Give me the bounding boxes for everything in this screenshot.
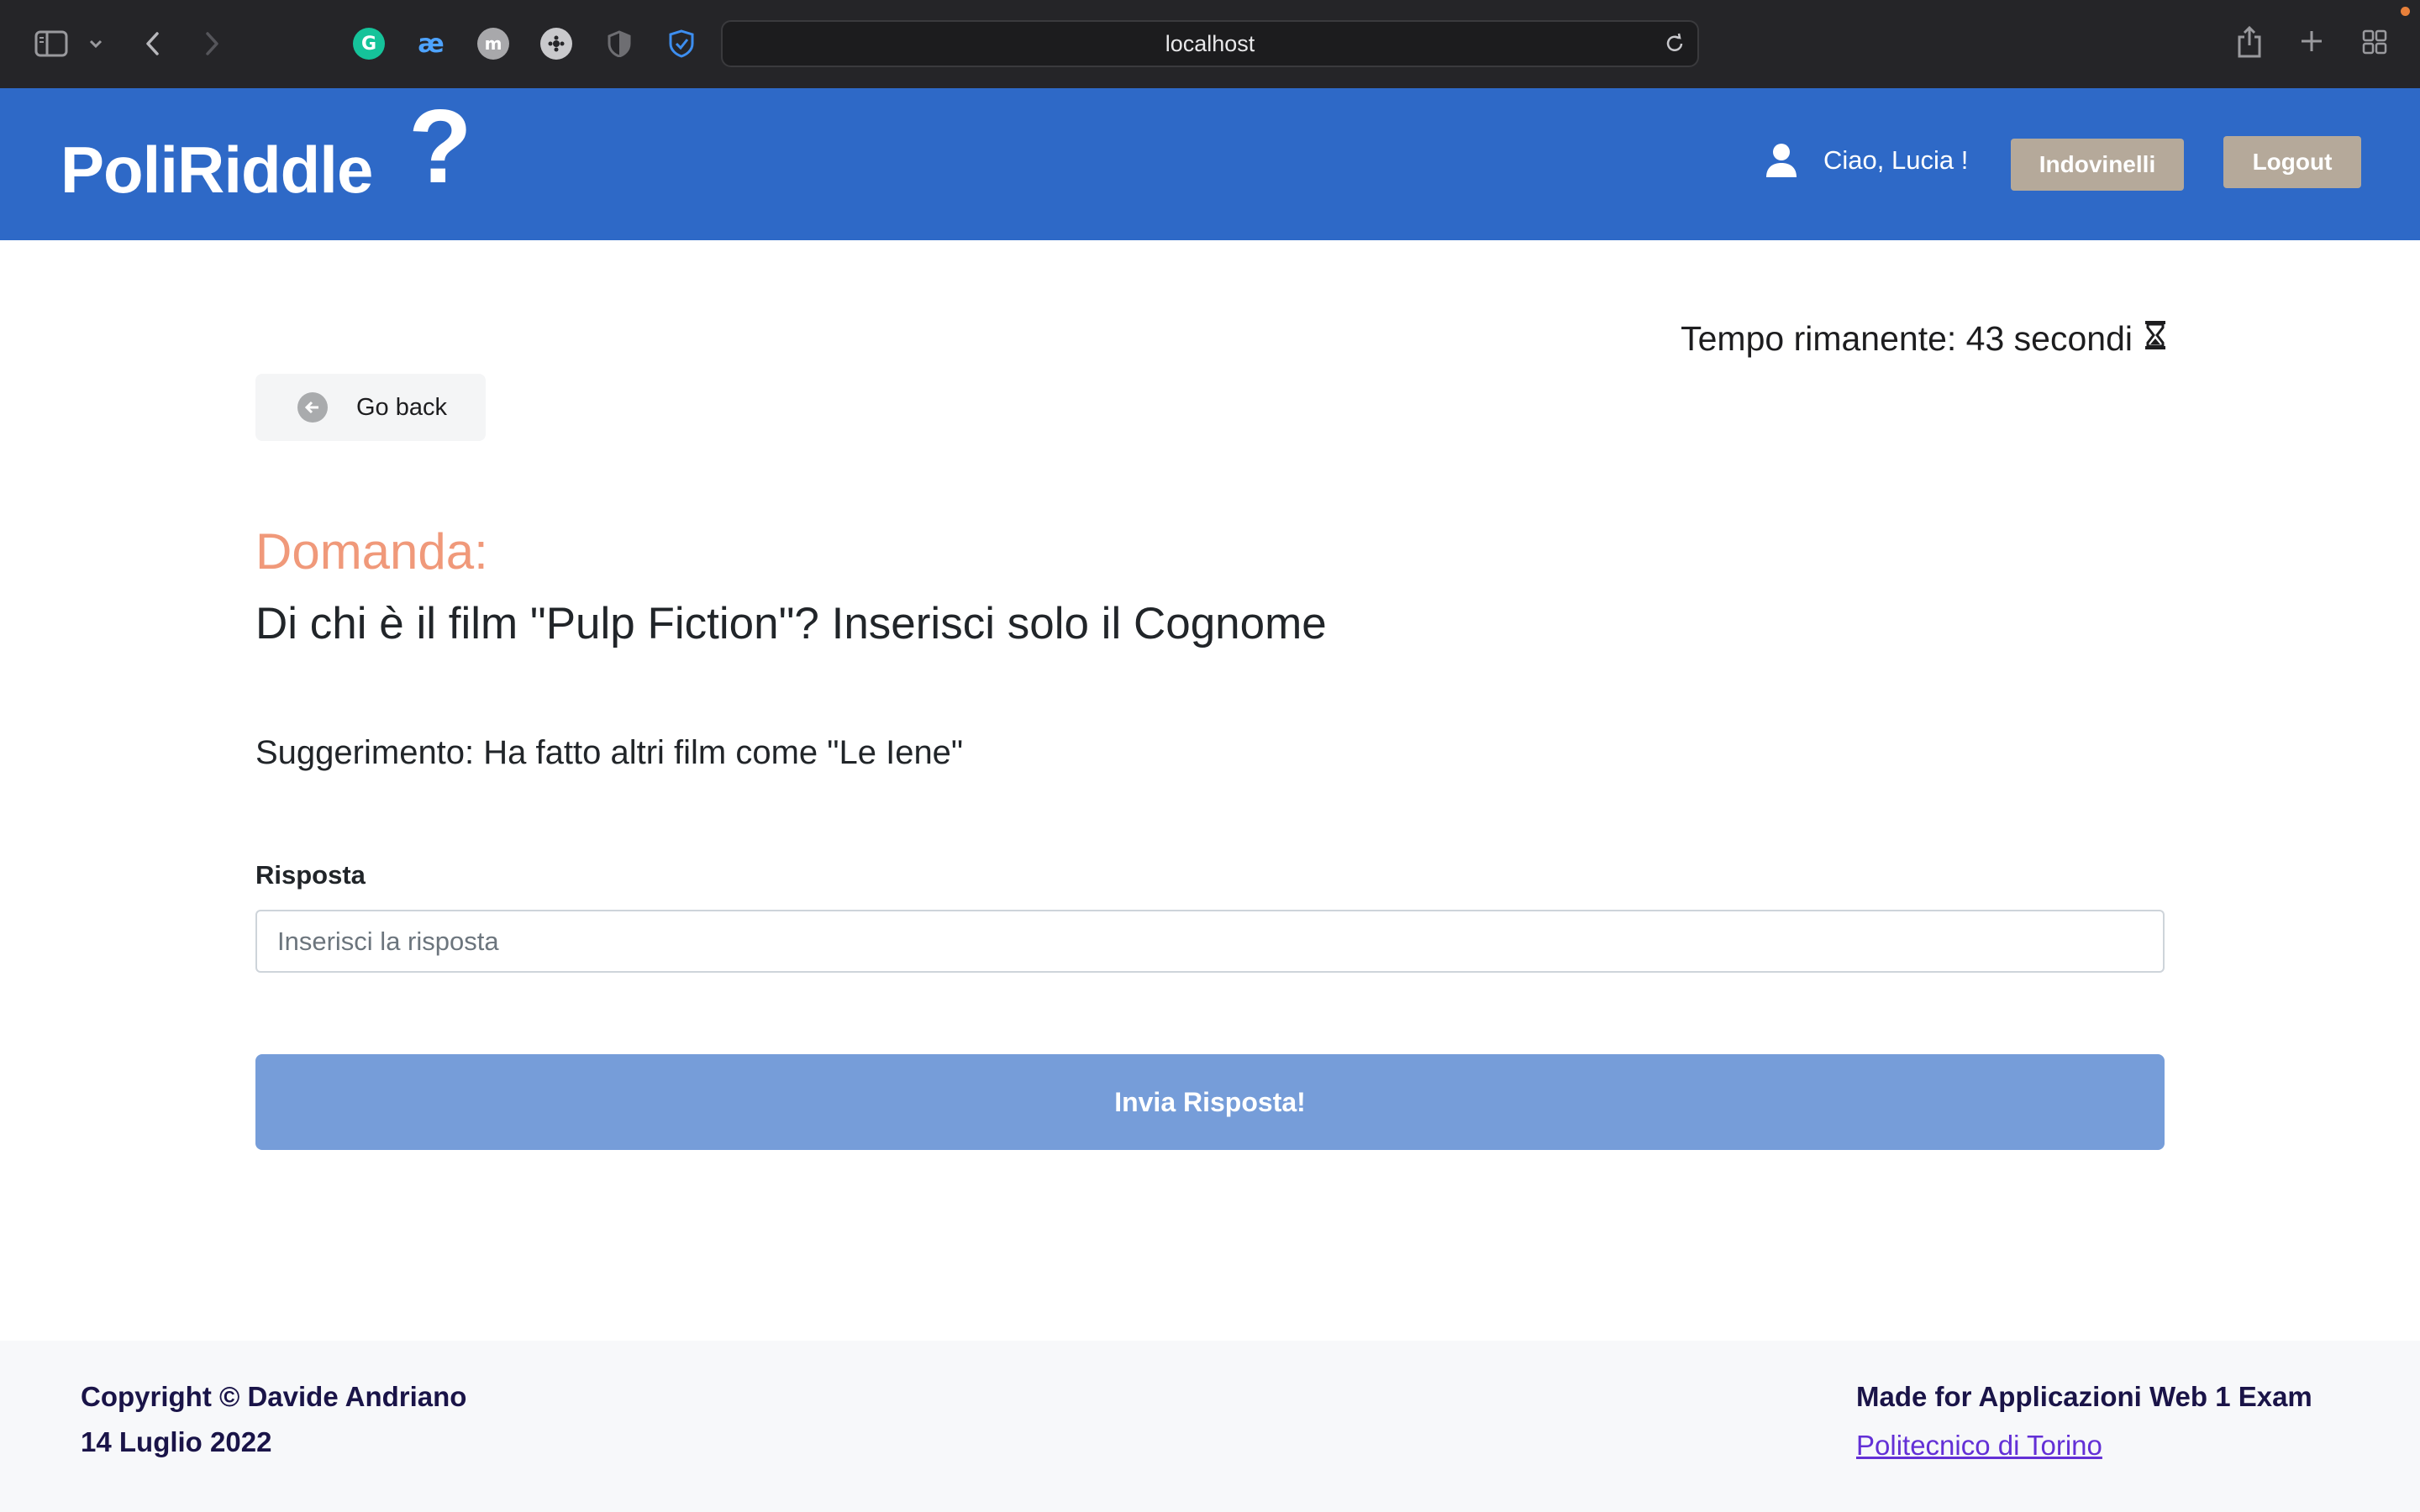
bitwarden-extension-icon[interactable]: [666, 28, 697, 60]
forward-arrow-icon[interactable]: [202, 29, 224, 59]
question-text: Di chi è il film "Pulp Fiction"? Inseris…: [255, 599, 1327, 648]
puzzle-extension-icon[interactable]: [540, 28, 572, 60]
reload-icon[interactable]: [1664, 33, 1686, 55]
brand-question-mark: ?: [408, 89, 472, 205]
shield-extension-icon[interactable]: [603, 28, 635, 60]
logout-button[interactable]: Logout: [2223, 136, 2361, 188]
url-text: localhost: [1165, 31, 1255, 56]
m-extension-icon[interactable]: m: [477, 28, 509, 60]
copyright-text: Copyright © Davide Andriano: [81, 1381, 467, 1412]
question-heading: Domanda:: [255, 523, 488, 580]
university-link[interactable]: Politecnico di Torino: [1856, 1430, 2102, 1462]
hint-text: Suggerimento: Ha fatto altri film come "…: [255, 734, 964, 771]
app-navbar: PoliRiddle ? Ciao, Lucia ! Indovinelli L…: [0, 88, 2420, 240]
browser-toolbar: G æ m localhost: [0, 0, 2420, 88]
grammarly-extension-icon[interactable]: G: [353, 28, 385, 60]
answer-label: Risposta: [255, 860, 366, 890]
made-for-text: Made for Applicazioni Web 1 Exam: [1856, 1381, 2312, 1412]
tab-overview-icon[interactable]: [2361, 29, 2388, 55]
address-bar[interactable]: localhost: [721, 20, 1699, 67]
sidebar-icon[interactable]: [34, 29, 69, 59]
timer-text: Tempo rimanente: 43 secondi: [1681, 319, 2133, 358]
footer: Copyright © Davide Andriano 14 Luglio 20…: [0, 1341, 2420, 1512]
notification-dot: [2401, 7, 2410, 16]
answer-input[interactable]: [255, 910, 2165, 973]
brand-logo[interactable]: PoliRiddle: [60, 132, 373, 208]
arrow-left-circle-icon: [297, 392, 328, 423]
user-icon: [1765, 142, 1798, 183]
submit-answer-button[interactable]: Invia Risposta!: [255, 1054, 2165, 1150]
date-text: 14 Luglio 2022: [81, 1426, 272, 1457]
hourglass-icon: [2144, 319, 2166, 359]
plus-icon[interactable]: [2299, 29, 2324, 54]
riddles-button[interactable]: Indovinelli: [2011, 139, 2184, 191]
chevron-down-icon[interactable]: [87, 34, 104, 54]
countdown-timer: Tempo rimanente: 43 secondi: [1681, 319, 2166, 359]
ae-extension-icon[interactable]: æ: [414, 28, 448, 60]
back-arrow-icon[interactable]: [141, 29, 163, 59]
user-greeting: Ciao, Lucia !: [1823, 145, 1969, 175]
share-icon[interactable]: [2235, 24, 2264, 60]
go-back-button[interactable]: Go back: [255, 374, 486, 441]
go-back-label: Go back: [356, 393, 447, 421]
